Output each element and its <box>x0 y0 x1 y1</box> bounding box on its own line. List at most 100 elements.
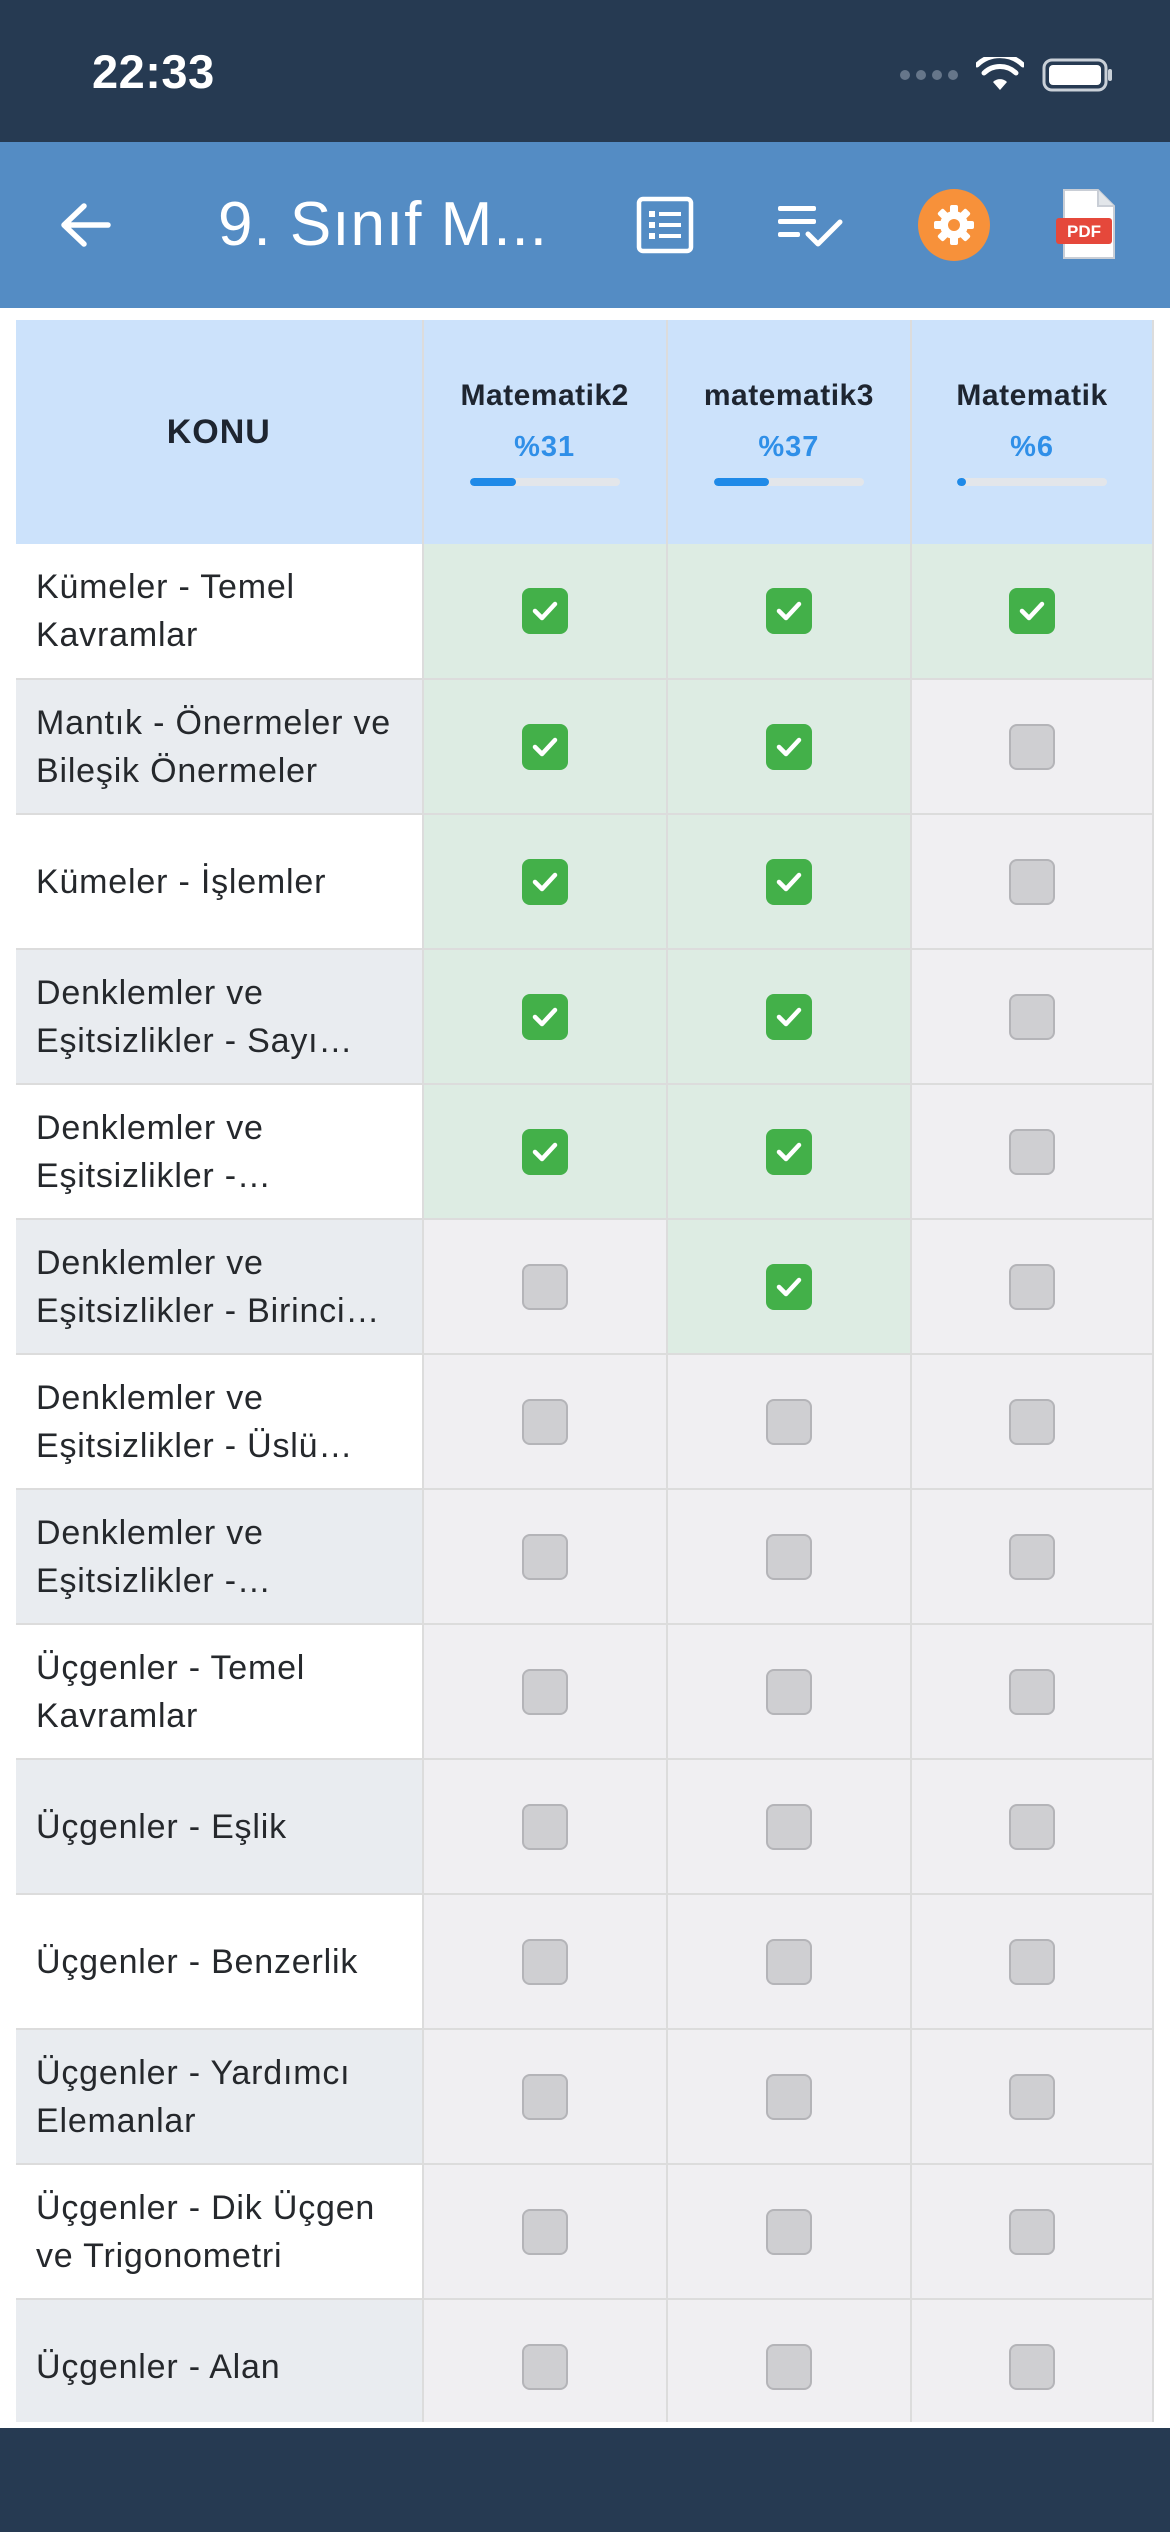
checkbox-unchecked[interactable] <box>521 2343 568 2390</box>
session-progress-bar <box>469 477 620 486</box>
checkbox-checked[interactable] <box>521 1128 568 1175</box>
table-row: Üçgenler - Eşlik <box>16 1759 1154 1895</box>
list-button[interactable] <box>630 142 700 308</box>
check-cell <box>666 2029 913 2165</box>
checkbox-unchecked[interactable] <box>765 1803 812 1850</box>
checkbox-unchecked[interactable] <box>765 1533 812 1580</box>
check-icon <box>532 601 557 621</box>
checkbox-unchecked[interactable] <box>521 1398 568 1445</box>
check-cell <box>911 1759 1154 1895</box>
back-button[interactable] <box>50 142 120 308</box>
checkbox-unchecked[interactable] <box>765 1668 812 1715</box>
checkbox-checked[interactable] <box>765 723 812 770</box>
checkbox-checked[interactable] <box>765 1128 812 1175</box>
check-cell <box>422 949 668 1085</box>
table-row: Denklemler ve Eşitsizlikler - Bölünebilm… <box>16 1084 1154 1220</box>
check-cell <box>666 2299 913 2422</box>
arrow-left-icon <box>61 203 111 247</box>
settings-button[interactable] <box>918 142 990 308</box>
signal-icon <box>900 70 958 80</box>
checkbox-checked[interactable] <box>765 588 812 634</box>
checkbox-checked[interactable] <box>765 1263 812 1310</box>
pdf-button[interactable]: PDF <box>1050 142 1122 308</box>
checkbox-unchecked[interactable] <box>765 2343 812 2390</box>
checklist-button[interactable] <box>772 142 848 308</box>
check-cell <box>911 1219 1154 1355</box>
checkbox-checked[interactable] <box>521 588 568 634</box>
checkbox-unchecked[interactable] <box>1009 1938 1056 1985</box>
checkbox-unchecked[interactable] <box>1009 993 1056 1040</box>
checkbox-unchecked[interactable] <box>1009 1803 1056 1850</box>
checkbox-unchecked[interactable] <box>1009 1668 1056 1715</box>
topic-label: Kümeler - Temel Kavramlar <box>36 568 295 654</box>
progress-table-container[interactable]: KONU Matematik2 %31 matematik3 %37 Matem… <box>16 320 1154 2422</box>
checkbox-unchecked[interactable] <box>1009 723 1056 770</box>
checkbox-unchecked[interactable] <box>1009 1263 1056 1310</box>
checkbox-unchecked[interactable] <box>1009 2073 1056 2120</box>
pdf-label: PDF <box>1067 222 1101 241</box>
checkbox-unchecked[interactable] <box>1009 1533 1056 1580</box>
session-progress-bar <box>713 477 864 486</box>
checkbox-unchecked[interactable] <box>1009 1398 1056 1445</box>
check-cell <box>422 1759 668 1895</box>
table-row: Mantık - Önermeler ve Bileşik Önermeler <box>16 679 1154 815</box>
check-cell <box>911 1354 1154 1490</box>
checkbox-checked[interactable] <box>1009 588 1056 634</box>
check-cell <box>666 814 913 950</box>
check-cell <box>422 2299 668 2422</box>
checkbox-unchecked[interactable] <box>765 2208 812 2255</box>
progress-table: KONU Matematik2 %31 matematik3 %37 Matem… <box>16 320 1154 2422</box>
check-cell <box>666 2164 913 2300</box>
check-cell <box>666 679 913 815</box>
check-cell <box>422 1084 668 1220</box>
checkbox-unchecked[interactable] <box>1009 2208 1056 2255</box>
session-header-1[interactable]: Matematik2 %31 <box>422 320 668 544</box>
checkbox-unchecked[interactable] <box>1009 2343 1056 2390</box>
session-name: Matematik <box>956 378 1108 412</box>
checkbox-unchecked[interactable] <box>521 2073 568 2120</box>
checkbox-checked[interactable] <box>521 723 568 770</box>
table-row: Üçgenler - Benzerlik <box>16 1894 1154 2030</box>
check-cell <box>666 1894 913 2030</box>
topic-label: Denklemler ve Eşitsizlikler - Sayı Kümel… <box>36 973 319 1060</box>
check-cell <box>666 1354 913 1490</box>
checklist-icon <box>778 206 843 247</box>
table-row: Denklemler ve Eşitsizlikler - Uygulamala… <box>16 1489 1154 1625</box>
app-bar: 9. Sınıf M... PDF <box>0 142 1170 308</box>
topic-label: Üçgenler - Benzerlik <box>36 1942 359 1981</box>
checkbox-unchecked[interactable] <box>521 1263 568 1310</box>
check-cell <box>422 544 668 680</box>
topic-label: Üçgenler - Alan <box>36 2347 281 2386</box>
check-cell <box>911 1894 1154 2030</box>
session-header-2[interactable]: matematik3 %37 <box>666 320 913 544</box>
check-cell <box>666 1759 913 1895</box>
checkbox-checked[interactable] <box>521 993 568 1040</box>
checkbox-unchecked[interactable] <box>521 1938 568 1985</box>
topic-cell: Denklemler ve Eşitsizlikler - Uygulamala… <box>16 1489 424 1625</box>
checkbox-checked[interactable] <box>521 858 568 905</box>
check-cell <box>422 1219 668 1355</box>
checkbox-unchecked[interactable] <box>521 1803 568 1850</box>
checkbox-checked[interactable] <box>765 858 812 905</box>
checkbox-unchecked[interactable] <box>765 2073 812 2120</box>
checkbox-unchecked[interactable] <box>521 1668 568 1715</box>
topic-cell: Mantık - Önermeler ve Bileşik Önermeler <box>16 679 424 815</box>
session-header-3[interactable]: Matematik %6 <box>911 320 1154 544</box>
checkbox-unchecked[interactable] <box>1009 1128 1056 1175</box>
check-cell <box>911 2164 1154 2300</box>
check-icon <box>1019 601 1045 621</box>
pdf-icon: PDF <box>1056 189 1115 259</box>
checkbox-unchecked[interactable] <box>1009 858 1056 905</box>
topic-cell: Kümeler - Temel Kavramlar <box>16 544 424 680</box>
checkbox-unchecked[interactable] <box>521 1533 568 1580</box>
check-icon <box>532 1007 557 1026</box>
check-cell <box>911 1489 1154 1625</box>
checkbox-unchecked[interactable] <box>521 2208 568 2255</box>
checkbox-unchecked[interactable] <box>765 1938 812 1985</box>
topic-column-header: KONU <box>16 320 424 544</box>
check-cell <box>422 1489 668 1625</box>
checkbox-unchecked[interactable] <box>765 1398 812 1445</box>
topic-label: Üçgenler - Yardımcı Elemanlar <box>36 2053 351 2140</box>
checkbox-checked[interactable] <box>765 993 812 1040</box>
topic-label: Mantık - Önermeler ve Bileşik Önermeler <box>36 703 392 790</box>
